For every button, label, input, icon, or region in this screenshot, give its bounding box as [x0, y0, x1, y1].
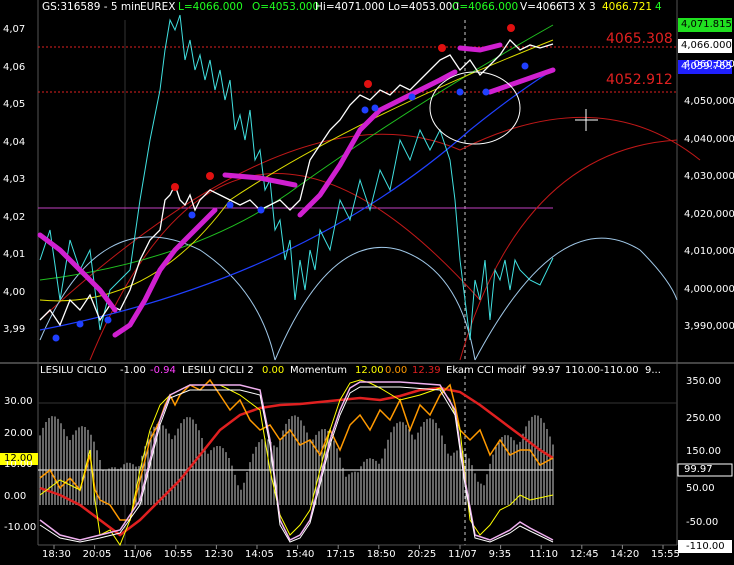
time-axis-label: 20:25 [407, 549, 437, 560]
red-oscillator [39, 386, 554, 537]
left-axis-label: 4,04 [3, 136, 26, 148]
white-osc-line [39, 386, 554, 543]
time-axis-label: 14:05 [245, 549, 274, 560]
magenta-line-4 [297, 69, 458, 218]
light-blue-arc-3 [474, 237, 678, 361]
time-axis-label: 20:05 [82, 549, 112, 560]
histogram-bars [39, 415, 554, 505]
header-exchange: EUREX [140, 1, 176, 13]
price-axis-label: 3,990,000 [684, 321, 734, 332]
lvl-hi: 110.00 [565, 365, 600, 376]
price-axis-label: 4,050,000 [684, 96, 734, 107]
red-cycle-arc-1 [39, 116, 701, 321]
trail: 9... [645, 365, 661, 376]
green-ma-line [39, 24, 554, 281]
time-axis-label: 18:50 [366, 549, 396, 560]
header-symbol: GS:316589 - 5 min [42, 1, 141, 13]
time-axis-label: 12:30 [204, 549, 234, 560]
time-axis-label: 11/06 [123, 549, 153, 560]
price-axis-label: 4,040,000 [684, 133, 734, 145]
price-axis-label: 4,030,000 [684, 171, 734, 182]
lvl-lo: -110.00 [600, 365, 639, 376]
ind2-name: LESILU CICLI 2 [182, 365, 254, 376]
level-upper-label: 4065.308 [606, 31, 673, 47]
header-trades: T3 X 3 [562, 1, 596, 13]
v2: 0.00 [385, 365, 408, 376]
cci-name: Ekam CCI modif [446, 365, 526, 376]
sub-left-axis-label: 0.00 [4, 490, 27, 502]
sub-right-axis-label: 150.00 [686, 446, 721, 457]
ind1-name: LESILU CICLO [40, 365, 107, 376]
badge-white: 4,066.000 [681, 40, 732, 51]
cci-val: 99.97 [532, 365, 561, 376]
light-blue-arc-2 [274, 246, 476, 361]
sub-left-axis-label: 20.00 [4, 427, 33, 439]
time-axis-label: 14:20 [610, 549, 640, 560]
time-axis-label: 12:45 [569, 549, 599, 560]
blue-dots [52, 62, 529, 342]
time-axis-label: 11/07 [448, 549, 477, 560]
magenta-line-5 [457, 42, 503, 53]
time-axis-label: 9:35 [488, 549, 512, 560]
left-axis-label: 4,07 [3, 24, 26, 35]
header-low: Lo=4053.000 [388, 1, 459, 13]
price-axis-label: 4,010,000 [684, 246, 734, 257]
left-axis-label: 4,03 [3, 174, 26, 185]
ind2-val: -0.94 [150, 365, 176, 376]
mom-name: Momentum [290, 365, 347, 376]
magenta-line-6 [487, 67, 556, 95]
sub-right-axis-label: 250.00 [686, 413, 721, 424]
sub-left-badge: 12.00 [4, 453, 33, 464]
left-axis-label: 4,05 [3, 99, 26, 110]
header-num: 4 [655, 1, 662, 13]
time-axis-label: 11:10 [529, 549, 559, 560]
mom-val: 0.00 [262, 365, 285, 376]
header-high: Hi=4071.000 [315, 1, 385, 13]
sub-right-axis-label: 350.00 [686, 376, 721, 387]
sub-right-badge: 99.97 [684, 464, 713, 475]
price-axis-label: 4,060,000 [684, 58, 734, 70]
v1: 12.00 [355, 365, 384, 376]
header-volume: V=4066 [520, 1, 563, 13]
time-axis-label: 17:15 [326, 549, 356, 560]
ind1-val: -1.00 [120, 365, 146, 376]
crosshair-cursor-icon [575, 109, 598, 131]
red-cycle-arc-3 [459, 139, 678, 361]
sub-left-axis-label: 30.00 [4, 396, 33, 407]
header-last: L=4066.000 [178, 1, 243, 13]
price-axis-label: 4,020,000 [684, 208, 734, 220]
left-axis-label: 4,02 [3, 211, 26, 223]
header-value: 4066.721 [602, 1, 653, 13]
level-lower-label: 4052.912 [606, 72, 673, 88]
magenta-line-2 [112, 207, 218, 338]
sub-left-axis-label: -10.00 [4, 522, 37, 533]
yellow-ma-line [39, 39, 554, 302]
left-axis-label: 4,01 [3, 249, 26, 260]
sub-right-axis-label: 50.00 [686, 483, 715, 494]
time-axis-label: 15:40 [285, 549, 315, 560]
left-axis-label: 3,99 [3, 324, 26, 335]
sub-right-bottom: -110.00 [686, 541, 725, 552]
time-axis-label: 18:30 [42, 549, 71, 560]
time-axis-label: 10:55 [163, 549, 193, 560]
header-open: O=4053.000 [252, 1, 320, 13]
v3: 12.39 [412, 365, 441, 376]
time-axis-label: 15:55 [651, 549, 680, 560]
annotation-ellipse[interactable] [429, 71, 521, 145]
header-close: C=4066.000 [452, 1, 519, 13]
badge-green: 4,071.815 [681, 19, 732, 30]
left-axis-label: 4,00 [3, 286, 26, 298]
red-cycle-arc-2 [89, 173, 481, 361]
magenta-line-1 [37, 232, 118, 313]
left-axis-label: 4,06 [3, 61, 26, 73]
price-axis-label: 4,000,000 [684, 283, 734, 295]
sub-right-axis-label: -50.00 [686, 517, 719, 528]
